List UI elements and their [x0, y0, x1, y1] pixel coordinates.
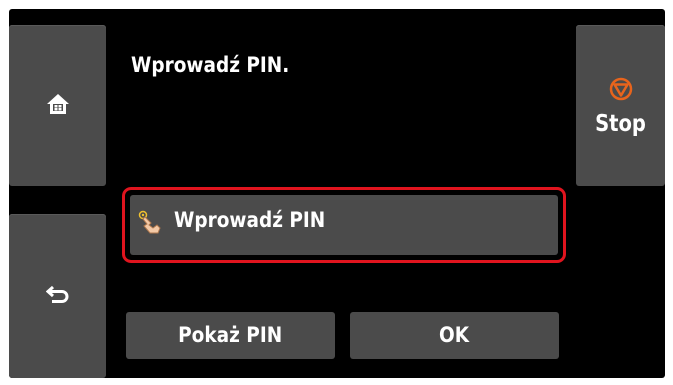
- home-button[interactable]: [9, 25, 106, 186]
- ok-button[interactable]: OK: [350, 312, 559, 359]
- show-pin-label: Pokaż PIN: [178, 323, 283, 347]
- show-pin-button[interactable]: Pokaż PIN: [126, 312, 335, 359]
- pin-entry-field-highlight[interactable]: Wprowadź PIN: [122, 187, 566, 263]
- home-icon: [46, 92, 70, 120]
- back-button[interactable]: [9, 214, 106, 378]
- pin-entry-label: Wprowadź PIN: [174, 208, 326, 232]
- stop-button[interactable]: Stop: [576, 25, 665, 186]
- printer-panel-screen: Stop Wprowadź PIN. Wprowadź PIN Pokaż PI…: [9, 9, 665, 378]
- ok-label: OK: [439, 323, 470, 347]
- instruction-message: Wprowadź PIN.: [131, 53, 290, 77]
- stop-icon: [609, 77, 633, 105]
- back-arrow-icon: [45, 284, 70, 308]
- hand-pointer-icon: [138, 210, 164, 240]
- pin-entry-field[interactable]: Wprowadź PIN: [130, 195, 558, 255]
- stop-label: Stop: [595, 111, 646, 137]
